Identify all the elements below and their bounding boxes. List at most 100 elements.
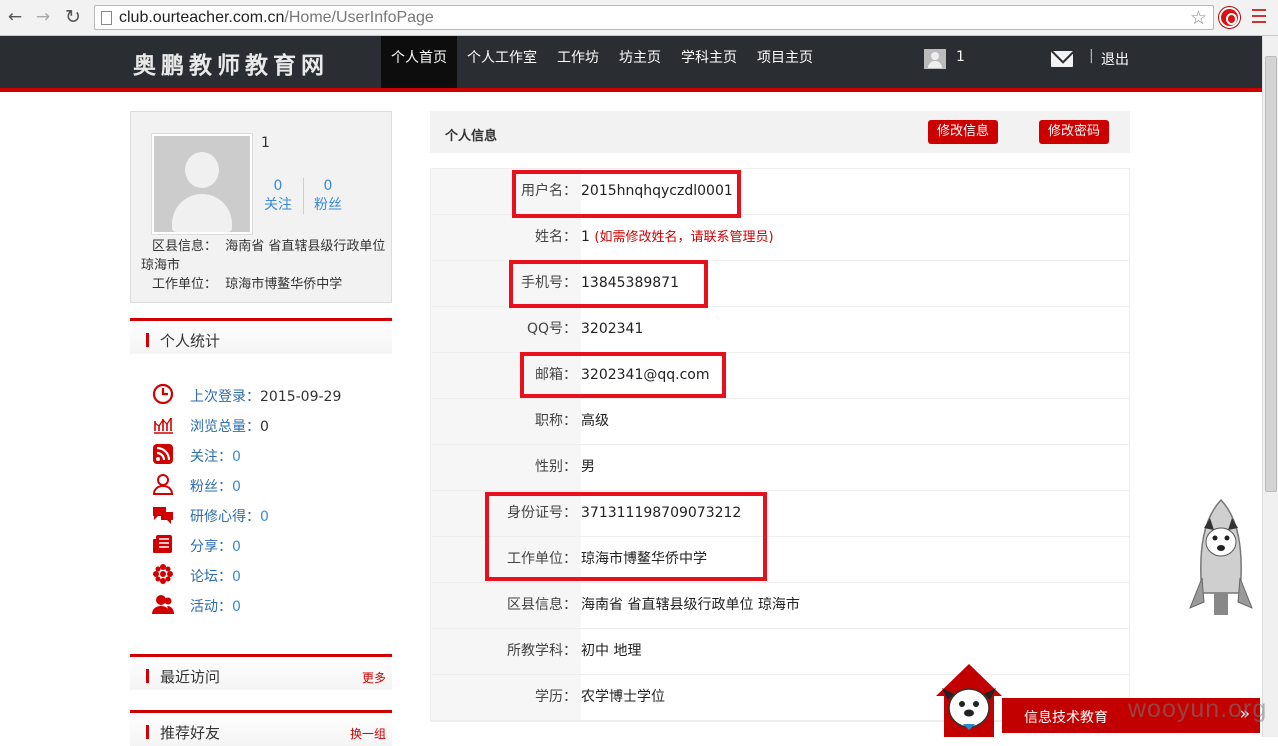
fans-label: 粉丝: [314, 197, 342, 213]
stat-key: 活动：: [190, 599, 232, 615]
stat-value[interactable]: 0: [232, 599, 241, 615]
chat-icon: [153, 507, 173, 524]
info-row-name: 姓名： 1 (如需修改姓名，请联系管理员): [431, 215, 1129, 261]
nav-owner-page[interactable]: 坊主页: [609, 36, 671, 88]
clock-icon: [152, 383, 174, 405]
info-row-qq: QQ号： 3202341: [431, 307, 1129, 353]
banner-text: 信息技术教育: [1024, 710, 1108, 726]
panel-title: 个人信息: [445, 129, 498, 144]
work-value: 琼海市博鳌华侨中学: [225, 277, 343, 292]
stat-activity: 活动：0: [150, 590, 390, 620]
header-divider: |: [1089, 48, 1094, 64]
row-value: 海南省 省直辖县级行政单位 琼海市: [581, 597, 800, 613]
follow-stat[interactable]: 0 关注: [258, 177, 298, 215]
region-label: 区县信息：: [152, 239, 218, 254]
friends-title: 推荐好友: [160, 724, 221, 742]
page-icon: [101, 11, 112, 25]
browser-menu-icon[interactable]: [1252, 9, 1266, 23]
highlight-box-phone: [509, 260, 708, 308]
recent-title: 最近访问: [160, 668, 221, 686]
profile-avatar[interactable]: [152, 134, 252, 234]
stat-key: 分享：: [190, 539, 232, 555]
url-host: club.ourteacher.com.cn: [119, 9, 285, 26]
stats-title: 个人统计: [160, 332, 221, 350]
stat-follow: 关注：0: [150, 440, 390, 470]
stat-views: 浏览总量：0: [150, 410, 390, 440]
edit-info-button[interactable]: 修改信息: [928, 120, 999, 144]
nav-studio[interactable]: 个人工作室: [457, 36, 547, 88]
friends-section-header: 推荐好友 换一组: [130, 710, 392, 746]
row-label: 性别：: [431, 445, 581, 490]
users-icon: [152, 595, 174, 614]
info-row-subject: 所教学科： 初中 地理: [431, 629, 1129, 675]
nav-workshop[interactable]: 工作坊: [547, 36, 609, 88]
back-icon[interactable]: ←: [4, 6, 26, 28]
stat-value: 2015-09-29: [260, 389, 342, 405]
row-value: 男: [581, 459, 595, 475]
forum-icon: [153, 564, 173, 584]
stat-key: 论坛：: [190, 569, 232, 585]
mascot-rocket-dog: [1189, 498, 1253, 615]
row-value: 初中 地理: [581, 643, 642, 659]
work-label: 工作单位：: [152, 277, 218, 292]
forward-icon[interactable]: →: [32, 6, 54, 28]
edit-password-button[interactable]: 修改密码: [1039, 120, 1110, 144]
follow-label: 关注: [264, 197, 292, 213]
recent-more-link[interactable]: 更多: [362, 669, 386, 686]
stat-forum: 论坛：0: [150, 560, 390, 590]
fans-count: 0: [323, 178, 333, 194]
logout-link[interactable]: 退出: [1101, 49, 1129, 69]
nav-project[interactable]: 项目主页: [747, 36, 823, 88]
stat-value[interactable]: 0: [232, 479, 241, 495]
info-row-title: 职称： 高级: [431, 399, 1129, 445]
stat-key: 粉丝：: [190, 479, 232, 495]
highlight-box-id-work: [485, 492, 767, 581]
fans-stat[interactable]: 0 粉丝: [308, 177, 348, 215]
watermark: wooyun.org: [1128, 695, 1268, 723]
stat-value[interactable]: 0: [232, 539, 241, 555]
url-path: /Home/UserInfoPage: [284, 9, 434, 26]
stat-value[interactable]: 0: [260, 509, 269, 525]
row-value: 1: [581, 229, 590, 245]
stat-key: 研修心得：: [190, 509, 260, 525]
person-icon: [152, 474, 174, 495]
header-user-name[interactable]: 1: [956, 49, 965, 65]
mail-icon[interactable]: [1051, 51, 1073, 67]
row-value: 3202341: [581, 321, 644, 337]
stat-value[interactable]: 0: [232, 569, 241, 585]
stat-last-login: 上次登录：2015-09-29: [150, 380, 390, 410]
info-row-region: 区县信息： 海南省 省直辖县级行政单位 琼海市: [431, 583, 1129, 629]
reload-icon[interactable]: ↻: [62, 6, 84, 28]
stat-notes: 研修心得：0: [150, 500, 390, 530]
stat-key: 浏览总量：: [190, 419, 260, 435]
mascot-house-dog: [936, 664, 1002, 737]
user-avatar-icon[interactable]: [924, 49, 946, 69]
profile-name: 1: [261, 135, 270, 151]
page-scrollbar[interactable]: [1262, 36, 1278, 737]
info-row-gender: 性别：男: [431, 445, 1129, 491]
row-label: 所教学科：: [431, 629, 581, 674]
profile-card: 1 0 关注 0 粉丝 区县信息： 海南省 省直辖县级行政单位 琼海市 工作单位： …: [130, 111, 392, 303]
extension-icon[interactable]: [1219, 7, 1240, 28]
personal-info-header: 个人信息 修改信息 修改密码: [430, 111, 1130, 153]
row-label: QQ号：: [431, 307, 581, 352]
recent-section-header: 最近访问 更多: [130, 654, 392, 690]
stat-value[interactable]: 0: [232, 449, 241, 465]
nav-home[interactable]: 个人首页: [381, 36, 457, 88]
stat-value: 0: [260, 419, 269, 435]
stat-fans: 粉丝：0: [150, 470, 390, 500]
highlight-box-username: [512, 170, 741, 218]
highlight-box-email: [520, 352, 726, 398]
row-label: 职称：: [431, 399, 581, 444]
address-bar[interactable]: club.ourteacher.com.cn/Home/UserInfoPage…: [94, 5, 1214, 30]
scrollbar-thumb[interactable]: [1265, 56, 1277, 492]
row-value: 高级: [581, 413, 609, 429]
row-value: 农学博士学位: [581, 689, 665, 705]
profile-info: 区县信息： 海南省 省直辖县级行政单位 琼海市 工作单位： 琼海市博鳌华侨中学: [141, 237, 386, 294]
row-note: (如需修改姓名，请联系管理员): [594, 230, 774, 245]
nav-subject[interactable]: 学科主页: [671, 36, 747, 88]
site-logo[interactable]: 奥鹏教师教育网: [133, 46, 329, 80]
friends-refresh-link[interactable]: 换一组: [350, 725, 386, 742]
stat-key: 上次登录：: [190, 389, 260, 405]
bookmark-star-icon[interactable]: ☆: [1190, 7, 1207, 29]
